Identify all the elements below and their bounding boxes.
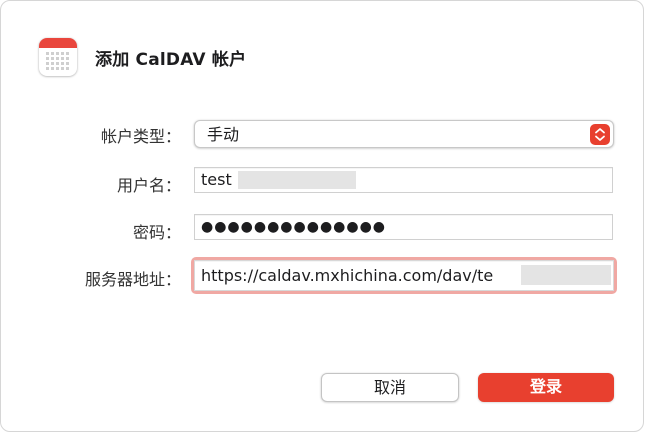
username-value: test — [201, 170, 232, 189]
account-type-select[interactable]: 手动 — [194, 120, 614, 148]
password-input[interactable]: ●●●●●●●●●●●●●● — [194, 214, 613, 240]
account-type-value: 手动 — [207, 125, 240, 144]
cancel-button[interactable]: 取消 — [321, 373, 459, 402]
username-label: 用户名： — [116, 176, 181, 195]
dialog-title: 添加 CalDAV 帐户 — [95, 50, 247, 70]
login-button[interactable]: 登录 — [478, 373, 614, 402]
select-stepper-icon — [590, 124, 610, 145]
redaction-mask — [238, 171, 356, 189]
password-label: 密码： — [132, 223, 181, 242]
password-value: ●●●●●●●●●●●●●● — [201, 219, 387, 235]
account-type-label: 帐户类型： — [100, 127, 181, 146]
redaction-mask — [521, 265, 611, 285]
server-address-label: 服务器地址： — [84, 270, 181, 289]
calendar-icon — [39, 38, 77, 76]
server-address-value: https://caldav.mxhichina.com/dav/te — [201, 266, 494, 285]
caldav-account-dialog: 添加 CalDAV 帐户 帐户类型： 手动 用户名： test 密码： ●●●●… — [0, 0, 644, 432]
